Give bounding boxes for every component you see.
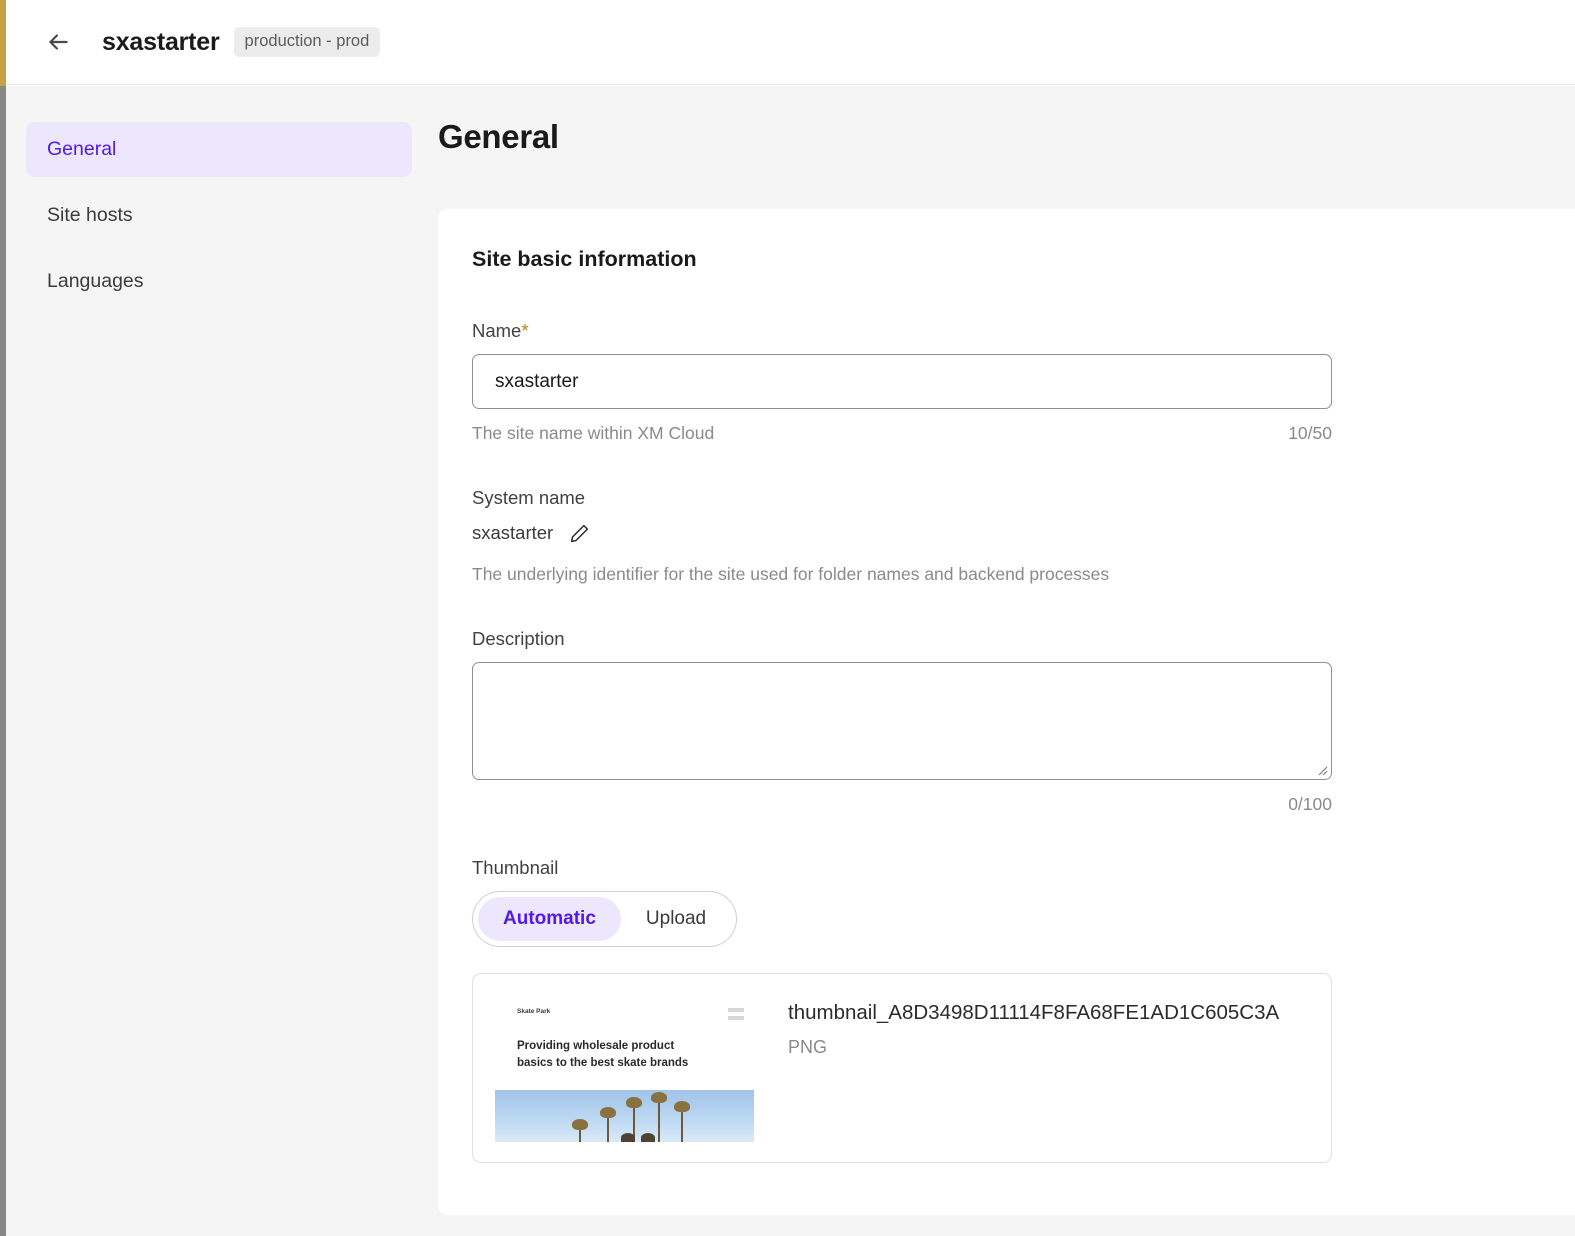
system-name-helper-text: The underlying identifier for the site u… <box>472 564 1110 584</box>
thumbnail-label: Thumbnail <box>472 857 559 878</box>
page-title: General <box>438 118 559 155</box>
name-label-text: Name <box>472 320 522 341</box>
arrow-left-icon <box>45 29 71 55</box>
thumbnail-mode-automatic-label: Automatic <box>503 908 596 929</box>
sidebar-item-site-hosts[interactable]: Site hosts <box>26 188 412 243</box>
name-helper-row: The site name within XM Cloud 10/50 <box>472 423 1332 444</box>
left-edge-stripe <box>0 0 6 86</box>
left-edge-stripe-lower <box>0 86 6 1236</box>
pencil-icon[interactable] <box>567 521 591 545</box>
page-title-header: sxastarter <box>102 27 220 56</box>
name-label: Name* <box>472 320 1575 342</box>
thumbnail-headline: Providing wholesale product basics to th… <box>517 1040 689 1069</box>
thumbnail-field-group: Thumbnail Automatic Upload Skate Park Pr… <box>472 857 1575 1163</box>
app-root: sxastarter production - prod General Sit… <box>0 0 1575 1236</box>
system-name-row: sxastarter <box>472 521 1575 545</box>
sidebar-item-label: Site hosts <box>47 204 133 226</box>
name-field-group: Name* The site name within XM Cloud 10/5… <box>472 320 1575 444</box>
environment-badge: production - prod <box>233 27 381 57</box>
thumbnail-file-meta: thumbnail_A8D3498D11114F8FA68FE1AD1C605C… <box>788 996 1279 1058</box>
resize-handle-icon[interactable] <box>1314 762 1328 776</box>
thumbnail-image-preview: Skate Park Providing wholesale product b… <box>495 996 754 1142</box>
thumbnail-preview-card[interactable]: Skate Park Providing wholesale product b… <box>472 973 1332 1163</box>
description-char-counter: 0/100 <box>1288 794 1332 814</box>
site-basic-information-card: Site basic information Name* The site na… <box>438 209 1575 1215</box>
back-button[interactable] <box>36 20 80 64</box>
settings-sidebar: General Site hosts Languages <box>6 86 432 1236</box>
system-name-value: sxastarter <box>472 522 554 543</box>
thumbnail-nav-lines-icon <box>728 1008 744 1020</box>
name-input[interactable] <box>472 354 1332 409</box>
name-char-counter: 10/50 <box>1288 423 1332 443</box>
name-helper-text: The site name within XM Cloud <box>472 423 715 443</box>
description-textarea-wrapper[interactable] <box>472 662 1332 780</box>
thumbnail-mode-automatic[interactable]: Automatic <box>478 897 621 941</box>
sidebar-item-label: Languages <box>47 270 144 292</box>
description-field-group: Description 0/100 <box>472 628 1575 815</box>
thumbnail-photo <box>495 1090 754 1142</box>
sidebar-item-languages[interactable]: Languages <box>26 254 412 309</box>
thumbnail-file-name: thumbnail_A8D3498D11114F8FA68FE1AD1C605C… <box>788 1001 1280 1024</box>
body-region: General Site hosts Languages General Sit… <box>6 86 1575 1236</box>
description-helper-row: 0/100 <box>472 794 1332 815</box>
thumbnail-file-type: PNG <box>788 1036 828 1057</box>
description-label: Description <box>472 628 565 649</box>
main-content: General Site basic information Name* The… <box>432 86 1575 1236</box>
sidebar-item-general[interactable]: General <box>26 122 412 177</box>
system-name-label: System name <box>472 487 586 508</box>
required-asterisk: * <box>521 320 529 341</box>
thumbnail-site-logo: Skate Park <box>517 1008 551 1015</box>
app-header: sxastarter production - prod <box>6 0 1575 85</box>
system-name-field-group: System name sxastarter The underlying id… <box>472 487 1575 585</box>
card-title: Site basic information <box>472 247 697 271</box>
thumbnail-mode-upload[interactable]: Upload <box>621 897 731 941</box>
thumbnail-mode-upload-label: Upload <box>645 908 707 929</box>
thumbnail-mode-toggle: Automatic Upload <box>472 891 738 947</box>
sidebar-item-label: General <box>47 138 117 160</box>
